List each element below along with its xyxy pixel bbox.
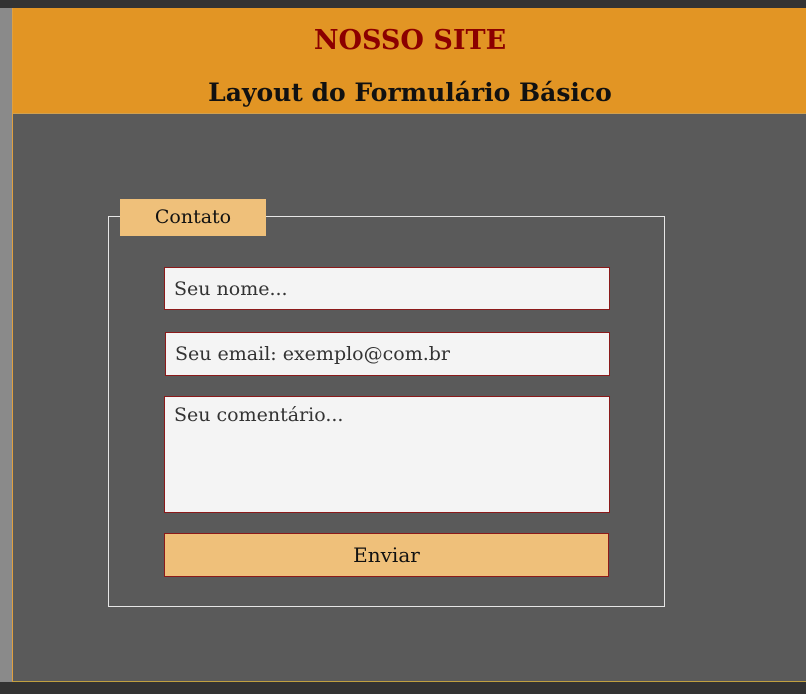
window-bottom-edge [0,682,806,694]
submit-button[interactable]: Enviar [164,533,609,577]
contact-legend: Contato [120,199,266,236]
name-input[interactable] [164,267,610,310]
site-header: NOSSO SITE Layout do Formulário Básico [13,8,806,114]
site-title: NOSSO SITE [313,25,507,56]
page-subtitle: Layout do Formulário Básico [208,78,612,107]
window-top-edge [0,0,806,8]
email-input[interactable] [165,332,610,376]
window-left-edge [0,8,12,682]
page-body: NOSSO SITE Layout do Formulário Básico C… [12,8,806,682]
comment-textarea[interactable] [164,396,610,513]
